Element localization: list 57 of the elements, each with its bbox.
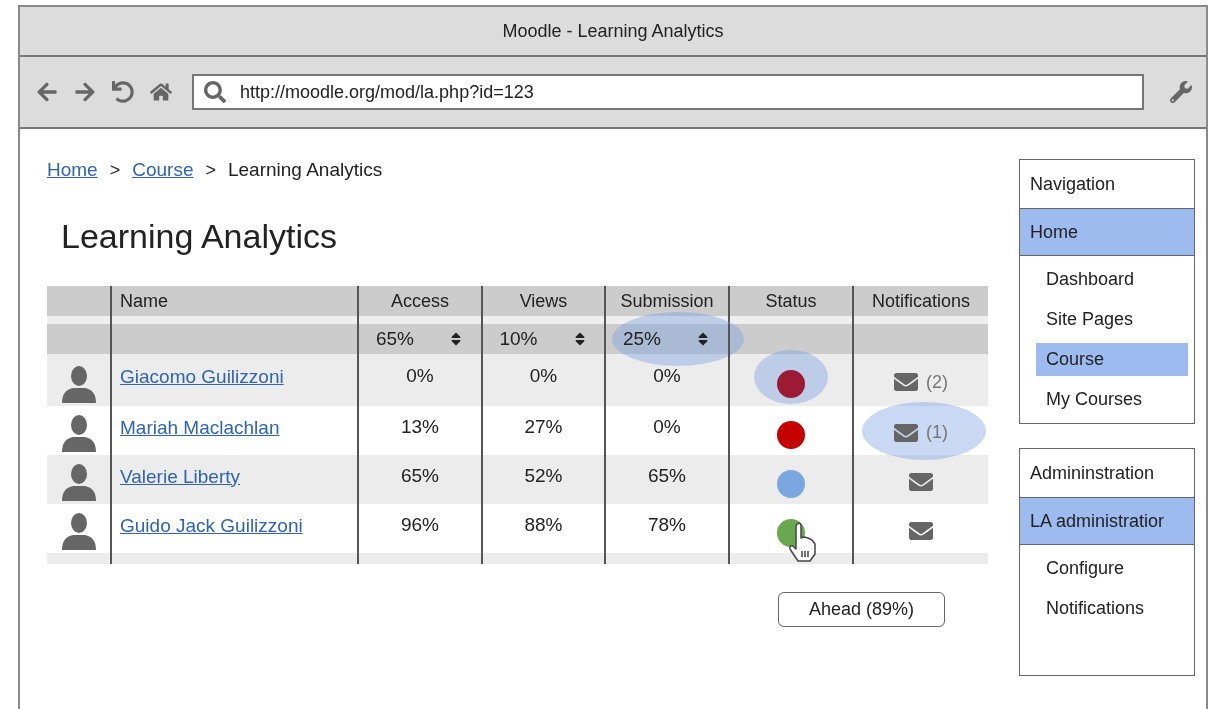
window-title: Moodle - Learning Analytics [502, 20, 724, 42]
status-dot[interactable] [777, 469, 805, 498]
wrench-icon[interactable] [1170, 81, 1192, 103]
percentage-value: 0% [653, 415, 681, 438]
nav-item[interactable]: Notifications [1036, 592, 1188, 625]
nav-item[interactable]: Course [1036, 343, 1188, 376]
reload-icon[interactable] [112, 81, 134, 103]
nav-item[interactable]: Home [1020, 208, 1194, 256]
page-heading: Learning Analytics [61, 217, 338, 256]
percentage-value: 0% [406, 365, 434, 387]
breadcrumb-current: Learning Analytics [227, 159, 383, 181]
nav-item[interactable]: My Courses [1036, 383, 1188, 416]
notification-count: (1) [926, 422, 948, 443]
nav-item[interactable]: Dashboard [1036, 263, 1188, 296]
breadcrumb-link[interactable]: Course [132, 159, 194, 181]
filter-value: 65% [376, 328, 414, 350]
filter-value: 25% [623, 328, 661, 350]
percentage-value: 0% [653, 365, 681, 387]
student-name-link[interactable]: Giacomo Guilizzoni [120, 366, 284, 388]
percentage-value: 65% [401, 464, 439, 487]
percentage-value: 13% [401, 415, 439, 438]
percentage-value: 52% [524, 464, 563, 487]
column-header: Name [120, 290, 168, 312]
tooltip: Ahead (89%) [778, 592, 946, 627]
column-header: Notifications [871, 290, 970, 312]
percentage-value: 0% [529, 365, 558, 387]
filter-value: 10% [499, 328, 538, 350]
nav-item[interactable]: Site Pages [1036, 303, 1188, 336]
column-header: Status [765, 290, 817, 312]
back-icon[interactable] [36, 81, 58, 103]
student-name-link[interactable]: Guido Jack Guilizzoni [120, 514, 303, 537]
percentage-value: 78% [648, 513, 686, 536]
column-header: Access [391, 290, 449, 312]
notification-count: (2) [926, 371, 948, 393]
address-text: http://moodle.org/mod/la.php?id=123 [240, 81, 534, 103]
percentage-value: 27% [524, 415, 563, 438]
student-name-link[interactable]: Mariah Maclachlan [120, 416, 280, 439]
home-icon[interactable] [150, 81, 172, 103]
student-name-link[interactable]: Valerie Liberty [120, 465, 241, 488]
percentage-value: 65% [648, 464, 686, 487]
breadcrumb-separator: > [205, 159, 216, 181]
forward-icon[interactable] [74, 81, 96, 103]
column-header: Views [519, 290, 568, 312]
breadcrumb-link[interactable]: Home [47, 159, 98, 181]
percentage-value: 88% [524, 513, 563, 536]
status-dot[interactable] [777, 370, 805, 398]
breadcrumb-separator: > [109, 159, 121, 181]
column-header: Submission [620, 290, 714, 312]
status-dot[interactable] [777, 420, 805, 449]
nav-item[interactable]: Configure [1036, 552, 1188, 585]
search-icon [204, 81, 226, 103]
block-title: Navigation [1029, 172, 1117, 196]
envelope-icon[interactable] [894, 370, 918, 394]
nav-item[interactable]: LA administratior [1020, 497, 1194, 545]
address-field[interactable]: http://moodle.org/mod/la.php?id=123 [192, 74, 1144, 110]
percentage-value: 96% [401, 513, 439, 536]
block-title: Admininstration [1029, 461, 1156, 485]
